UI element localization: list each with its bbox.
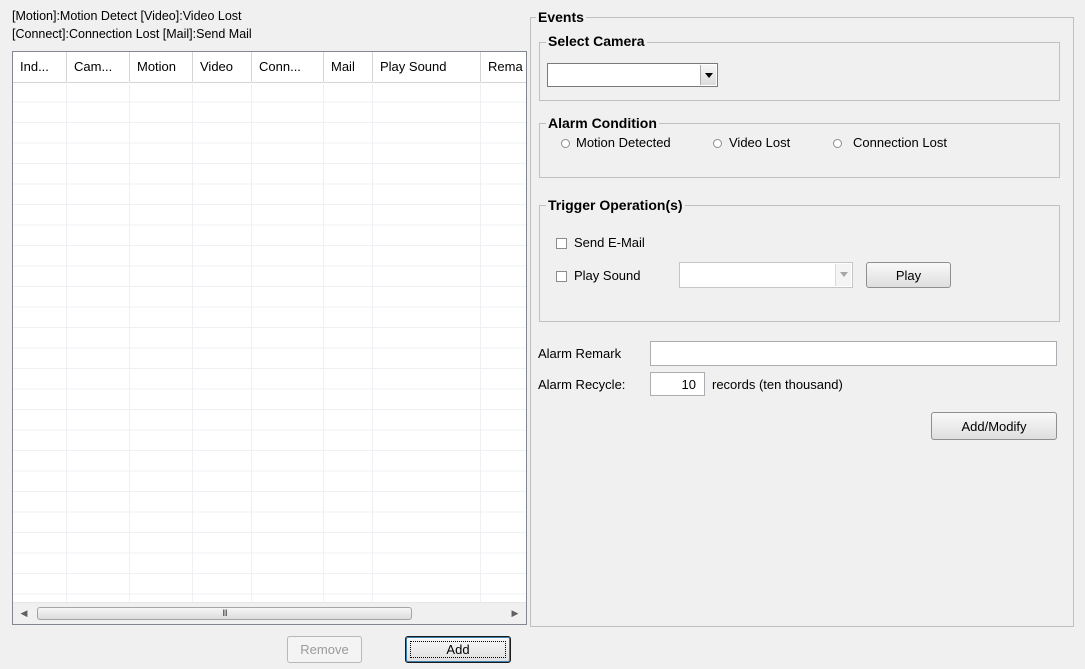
column-divider xyxy=(480,82,481,602)
chevron-down-icon[interactable] xyxy=(835,264,851,286)
events-group-title: Events xyxy=(536,9,586,25)
alarm-condition-title: Alarm Condition xyxy=(546,115,659,131)
alarm-remark-input[interactable] xyxy=(650,341,1057,366)
scroll-thumb[interactable]: III xyxy=(37,607,412,620)
radio-video-lost[interactable] xyxy=(713,139,722,148)
column-divider xyxy=(192,82,193,602)
add-button-label: Add xyxy=(446,642,470,657)
column-header-remark[interactable]: Rema xyxy=(481,52,526,82)
legend-line-2: [Connect]:Connection Lost [Mail]:Send Ma… xyxy=(12,27,252,41)
column-divider xyxy=(372,82,373,602)
sound-select[interactable] xyxy=(679,262,853,288)
alarm-remark-label: Alarm Remark xyxy=(538,346,622,361)
legend-line-1: [Motion]:Motion Detect [Video]:Video Los… xyxy=(12,9,242,23)
grip-icon: III xyxy=(222,608,227,618)
events-group xyxy=(530,17,1074,627)
scroll-right-icon[interactable]: ▶ xyxy=(508,606,522,620)
column-divider xyxy=(251,82,252,602)
radio-connection-lost[interactable] xyxy=(833,139,842,148)
alarm-recycle-label: Alarm Recycle: xyxy=(538,377,626,392)
radio-label-connection-lost[interactable]: Connection Lost xyxy=(853,135,947,150)
radio-motion-detected[interactable] xyxy=(561,139,570,148)
column-header-video[interactable]: Video xyxy=(193,52,252,82)
add-button[interactable]: Add xyxy=(405,636,511,663)
select-camera-title: Select Camera xyxy=(546,33,647,49)
send-email-checkbox[interactable] xyxy=(556,238,567,249)
chevron-down-icon[interactable] xyxy=(700,65,716,85)
column-header-motion[interactable]: Motion xyxy=(130,52,193,82)
play-sound-label[interactable]: Play Sound xyxy=(574,268,641,283)
play-sound-checkbox[interactable] xyxy=(556,271,567,282)
column-header-play-sound[interactable]: Play Sound xyxy=(373,52,481,82)
column-divider xyxy=(323,82,324,602)
radio-label-motion-detected[interactable]: Motion Detected xyxy=(576,135,671,150)
list-body[interactable] xyxy=(13,82,526,602)
column-header-mail[interactable]: Mail xyxy=(324,52,373,82)
alarm-list[interactable]: Ind... Cam... Motion Video Conn... Mail … xyxy=(12,51,527,625)
column-header-connection[interactable]: Conn... xyxy=(252,52,324,82)
horizontal-scrollbar[interactable]: ◀ III ▶ xyxy=(13,602,526,624)
camera-select[interactable] xyxy=(547,63,718,87)
add-modify-button[interactable]: Add/Modify xyxy=(931,412,1057,440)
radio-label-video-lost[interactable]: Video Lost xyxy=(729,135,790,150)
send-email-label[interactable]: Send E-Mail xyxy=(574,235,645,250)
alarm-condition-group xyxy=(539,123,1060,178)
column-header-camera[interactable]: Cam... xyxy=(67,52,130,82)
column-divider xyxy=(129,82,130,602)
list-header: Ind... Cam... Motion Video Conn... Mail … xyxy=(13,52,526,83)
scroll-left-icon[interactable]: ◀ xyxy=(17,606,31,620)
alarm-recycle-suffix: records (ten thousand) xyxy=(712,377,843,392)
remove-button[interactable]: Remove xyxy=(287,636,362,663)
column-divider xyxy=(66,82,67,602)
trigger-operations-title: Trigger Operation(s) xyxy=(546,197,685,213)
play-button[interactable]: Play xyxy=(866,262,951,288)
column-header-index[interactable]: Ind... xyxy=(13,52,67,82)
alarm-recycle-input[interactable] xyxy=(650,372,705,396)
